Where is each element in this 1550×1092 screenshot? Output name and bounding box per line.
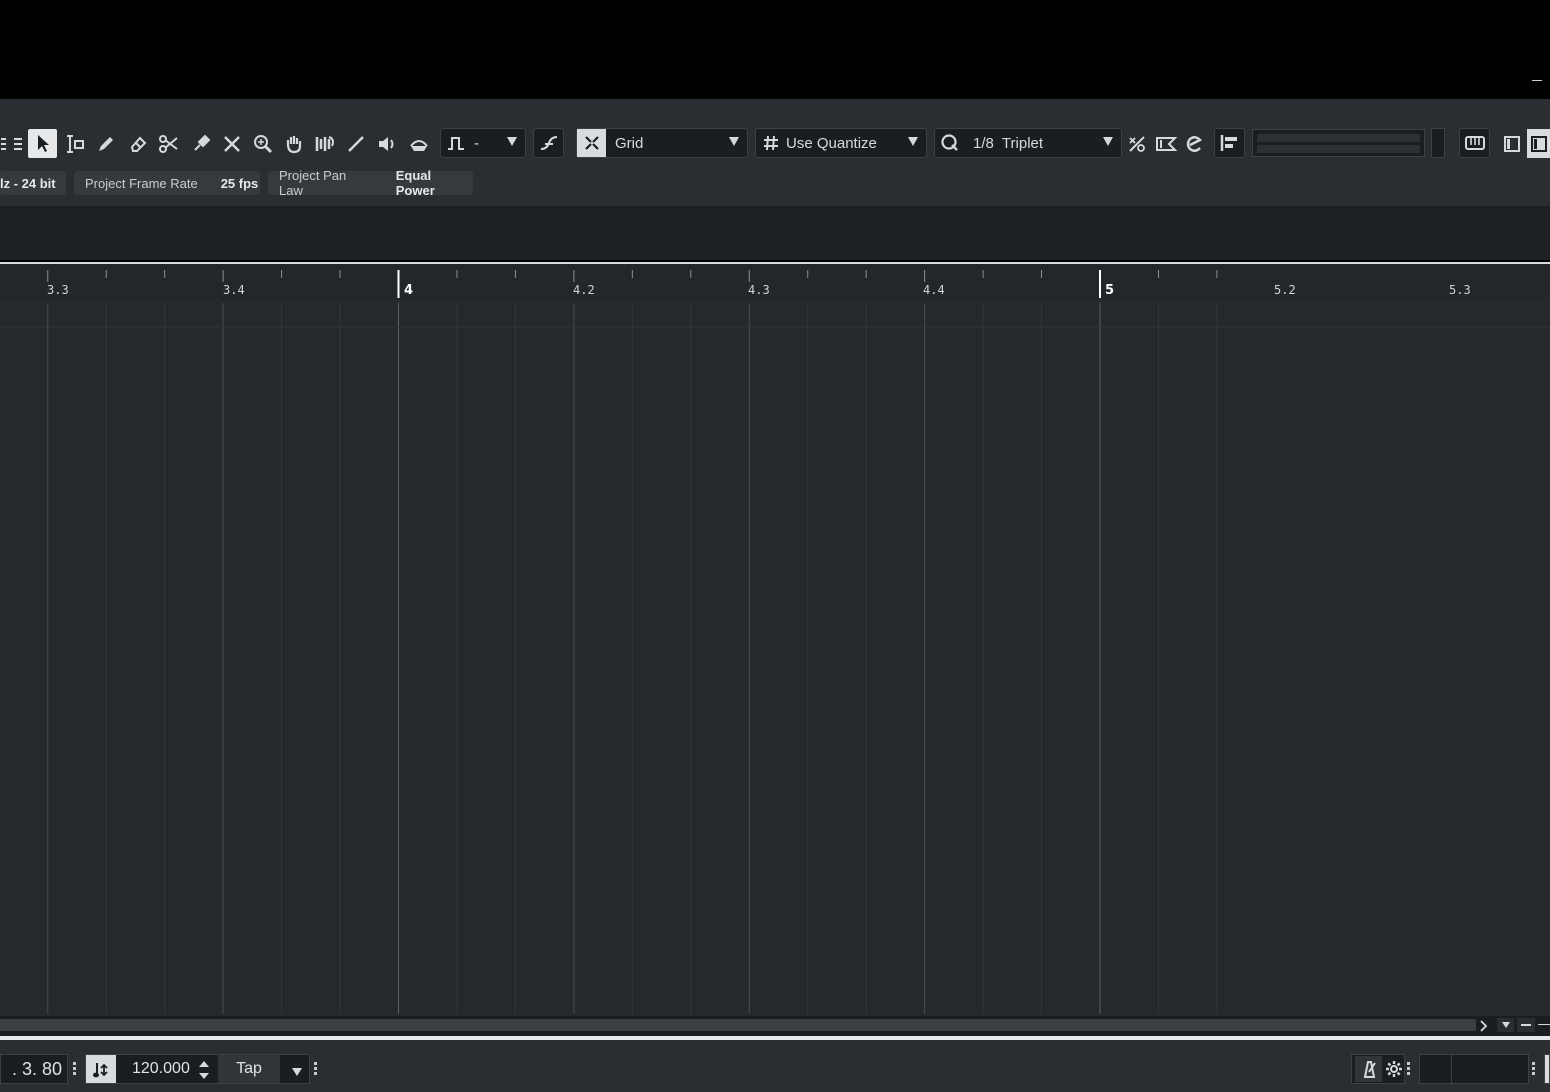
automation-mode-value: -: [474, 134, 479, 152]
metronome-icon[interactable]: [1355, 1056, 1382, 1082]
grid-type-dropdown[interactable]: Use Quantize: [755, 128, 927, 158]
ruler-label: 4.4: [923, 283, 945, 297]
keyboard-icon[interactable]: [1459, 128, 1490, 158]
position-grip-icon[interactable]: [73, 1062, 76, 1077]
iterative-quantize-icon[interactable]: [1124, 129, 1150, 158]
snap-toggle-icon[interactable]: [533, 128, 564, 158]
transport-edge-button[interactable]: [1544, 1054, 1550, 1084]
ruler-label: 4.2: [573, 283, 595, 297]
marker-divider: [1451, 1055, 1452, 1083]
marker-grip-icon[interactable]: [1532, 1062, 1535, 1077]
record-format-value: lz - 24 bit: [0, 175, 56, 191]
zoom-icon[interactable]: [248, 129, 277, 158]
horizontal-scrollbar[interactable]: [0, 1016, 1550, 1036]
tempo-value[interactable]: 120.000: [132, 1060, 190, 1078]
tempo-section: 120.000 Tap: [85, 1054, 310, 1084]
snap-type-value: Grid: [615, 134, 644, 152]
ruler-label: 4.3: [748, 283, 770, 297]
grid-hash-icon: [756, 129, 785, 157]
comp-icon[interactable]: [310, 129, 339, 158]
snap-magnet-icon: [577, 129, 606, 157]
metronome-section: [1351, 1054, 1405, 1084]
automation-pulse-icon: [441, 129, 470, 157]
time-warp-icon[interactable]: [404, 129, 433, 158]
quantize-value: 1/8 Triplet: [973, 134, 1044, 152]
auto-quantize-icon[interactable]: [1183, 129, 1207, 158]
ruler-label-bar: 5: [1105, 283, 1114, 298]
zoom-presets-icon[interactable]: [1497, 1018, 1514, 1032]
meter-indicator: [1431, 128, 1445, 158]
range-selection-icon[interactable]: [60, 129, 89, 158]
line-icon[interactable]: [341, 129, 370, 158]
split-icon[interactable]: [154, 129, 183, 158]
delete-icon[interactable]: [217, 129, 246, 158]
tempo-dropdown-icon[interactable]: [291, 1064, 303, 1082]
pan-law-value: Equal Power: [395, 168, 435, 198]
lower-zone-icon[interactable]: [1527, 129, 1550, 158]
toolbar-grip-left-icon[interactable]: [0, 129, 6, 158]
position-value: . 3. 80: [11, 1058, 62, 1079]
grid-type-value: Use Quantize: [786, 134, 877, 152]
snap-type-dropdown[interactable]: Grid: [576, 128, 748, 158]
chevron-down-icon: [507, 137, 517, 146]
toolbar-grip-icon[interactable]: [12, 129, 24, 158]
scrollbar-track[interactable]: [0, 1019, 1476, 1031]
ruler-svg: 3.3 3.4 4 4.2 4.3 4.4 5 5.2 5.3: [47, 270, 1471, 298]
performance-meter: [1252, 129, 1425, 157]
timeline-ruler[interactable]: 3.3 3.4 4 4.2 4.3 4.4 5 5.2 5.3: [0, 262, 1550, 299]
automation-mode-dropdown[interactable]: -: [440, 128, 526, 158]
align-left-icon[interactable]: [1214, 128, 1245, 158]
left-zone-icon[interactable]: [1498, 129, 1525, 158]
zoom-slider[interactable]: [1538, 1024, 1550, 1025]
tempo-track-icon[interactable]: [86, 1055, 116, 1083]
erase-icon[interactable]: [123, 129, 152, 158]
meter-row-top: [1257, 134, 1420, 142]
ruler-label: 5.3: [1449, 283, 1471, 297]
quantize-presets-icon[interactable]: [1153, 129, 1181, 158]
scroll-right-icon[interactable]: [1479, 1018, 1489, 1037]
frame-rate-label: Project Frame Rate: [85, 175, 198, 191]
pan-law-label: Project Pan Law: [279, 168, 347, 198]
metronome-grip-icon[interactable]: [1407, 1062, 1410, 1077]
frame-rate-chip[interactable]: Project Frame Rate 25 fps: [74, 171, 260, 195]
position-display[interactable]: . 3. 80: [0, 1054, 68, 1084]
overview-line: [0, 206, 1550, 260]
ruler-label: 3.3: [47, 283, 69, 297]
chevron-down-icon: [908, 137, 918, 146]
chevron-down-icon: [729, 137, 739, 146]
minimize-icon[interactable]: [1532, 80, 1542, 81]
tempo-grip-icon[interactable]: [314, 1062, 317, 1077]
frame-rate-value: 25 fps: [220, 175, 259, 191]
tempo-stepper-icon[interactable]: [198, 1059, 210, 1086]
grid-lines-svg: [0, 303, 1550, 1014]
quantize-q-icon: [935, 129, 964, 157]
tap-label: Tap: [236, 1060, 262, 1077]
ruler-label: 3.4: [223, 283, 245, 297]
marker-display[interactable]: [1419, 1054, 1529, 1084]
quantize-dropdown[interactable]: 1/8 Triplet: [934, 128, 1122, 158]
glue-icon[interactable]: [186, 129, 215, 158]
pan-law-chip[interactable]: Project Pan Law Equal Power: [268, 168, 473, 198]
object-selection-icon[interactable]: [28, 129, 57, 158]
ruler-label-bar: 4: [404, 283, 413, 298]
mute-icon[interactable]: [372, 129, 401, 158]
ruler-label: 5.2: [1274, 283, 1296, 297]
window-titlebar: [0, 0, 1550, 99]
record-format-chip[interactable]: lz - 24 bit: [0, 171, 66, 195]
chevron-down-icon: [1103, 137, 1113, 146]
metronome-settings-gear-icon[interactable]: [1385, 1060, 1403, 1083]
meter-row-bottom: [1257, 145, 1420, 153]
draw-icon[interactable]: [91, 129, 120, 158]
event-display[interactable]: [0, 299, 1550, 1016]
hand-icon[interactable]: [279, 129, 308, 158]
tap-button[interactable]: Tap: [218, 1055, 280, 1083]
zoom-out-icon[interactable]: [1517, 1018, 1535, 1032]
